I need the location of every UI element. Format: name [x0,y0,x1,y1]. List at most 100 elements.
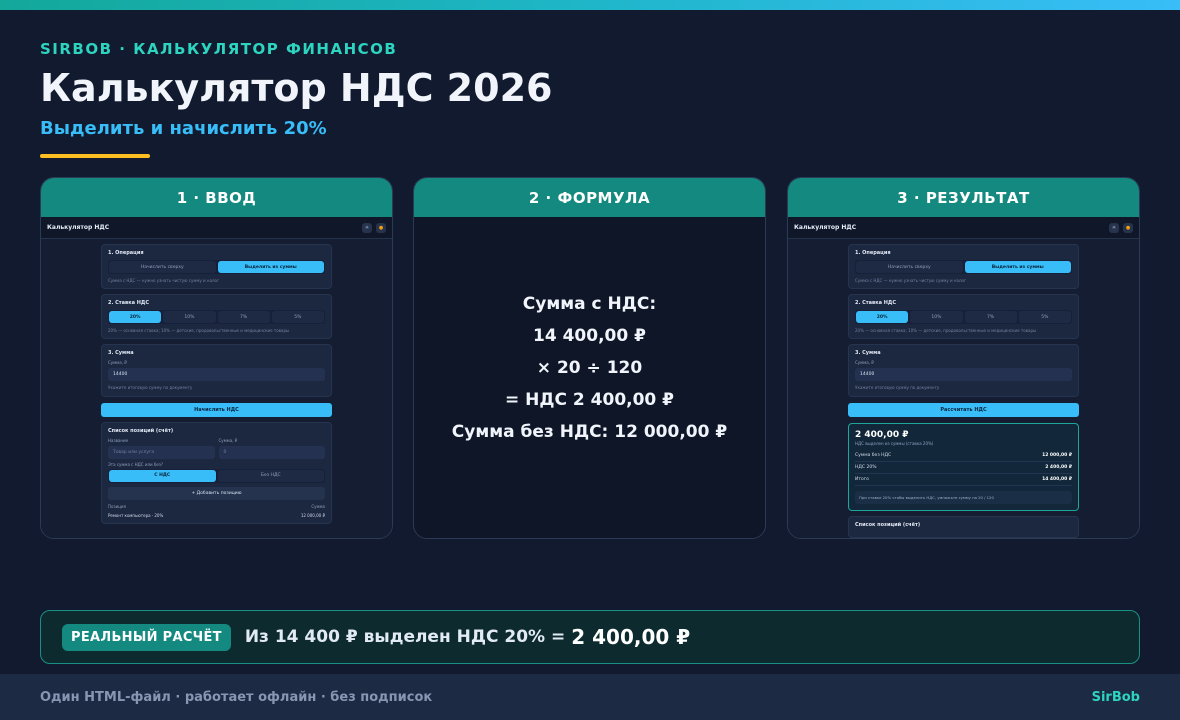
operation-note: Сумма с НДС — нужно узнать чистую сумму … [855,278,967,283]
rate-10-button[interactable]: 10% [910,311,963,324]
op-add-button[interactable]: Начислить сверху [109,261,216,273]
sum-heading: 3. Сумма [108,350,134,357]
rate-toggle: 20% 10% 7% 5% [855,310,1072,325]
rate-7-button[interactable]: 7% [964,311,1017,324]
item-name: Ремонт компьютера · 20% [108,512,164,518]
item-incl-toggle: С НДС Без НДС [108,468,325,483]
rate-7-button[interactable]: 7% [217,311,270,324]
item-name-label: Название [108,437,129,443]
items-section: Список позиций (счёт) [848,515,1079,538]
rate-10-button[interactable]: 10% [163,311,216,324]
item-name-input[interactable]: Товар или услуга [108,445,215,459]
footer: Один HTML-файл · работает офлайн · без п… [0,674,1180,720]
page-subtitle: Выделить и начислить 20% [40,118,327,139]
operation-toggle: Начислить сверху Выделить из суммы [108,260,325,274]
step-card-input: 1 · ВВОД Калькулятор НДС ☀ ● 1. Операция… [40,177,393,539]
eyebrow: SIRBOB · КАЛЬКУЛЯТОР ФИНАНСОВ [40,40,398,58]
result-screenshot: Калькулятор НДС ☀ ● 1. Операция Начислит… [788,217,1139,538]
items-table-header: Позиция Сумма [108,504,325,509]
sun-icon[interactable]: ☀ [1109,222,1119,233]
sum-section: 3. Сумма Сумма, ₽ 14400 Укажите итоговую… [101,344,332,397]
sum-input[interactable]: 14400 [108,368,325,382]
op-extract-button[interactable]: Выделить из суммы [217,261,324,273]
sum-note: Укажите итоговую сумму по документу [108,385,193,391]
result-tip: При ставке 20% чтобы выделить НДС, умнож… [855,490,1072,504]
footer-brand: SirBob [1091,689,1140,705]
real-calc-banner: РЕАЛЬНЫЙ РАСЧЁТ Из 14 400 ₽ выделен НДС … [40,610,1140,664]
result-panel: 2 400,00 ₽ НДС выделен из суммы (ставка … [848,422,1079,511]
item-amount-input[interactable]: 0 [218,445,325,459]
items-section: Список позиций (счёт) Название Товар или… [101,421,332,524]
rate-5-button[interactable]: 5% [271,311,324,324]
footer-text: Один HTML-файл · работает офлайн · без п… [40,689,433,705]
sum-input[interactable]: 14400 [855,368,1072,382]
result-vat-amount: 2 400,00 ₽ [855,429,909,440]
formula-body: Сумма с НДС: 14 400,00 ₽ × 20 ÷ 120 = НД… [414,217,765,538]
sun-icon[interactable]: ☀ [362,222,372,233]
result-subtitle: НДС выделен из суммы (ставка 20%) [855,440,934,446]
calculate-button[interactable]: Начислить НДС [101,402,332,417]
op-extract-button[interactable]: Выделить из суммы [964,261,1071,273]
formula-line: = НДС 2 400,00 ₽ [504,390,675,410]
palette-icon[interactable]: ● [376,222,386,233]
sum-label: Сумма, ₽ [108,360,127,366]
rate-heading: 2. Ставка НДС [855,300,897,307]
rate-5-button[interactable]: 5% [1018,311,1071,324]
add-item-button[interactable]: + Добавить позицию [108,486,325,500]
rate-heading: 2. Ставка НДС [108,300,150,307]
item-without-vat-button[interactable]: Без НДС [217,469,324,482]
item-value: 12 000,00 ₽ [300,512,325,518]
rate-20-button[interactable]: 20% [856,311,909,324]
banner-text: Из 14 400 ₽ выделен НДС 20% = [244,627,566,647]
items-heading: Список позиций (счёт) [855,521,921,528]
calculate-button[interactable]: Рассчитать НДС [848,402,1079,417]
operation-section: 1. Операция Начислить сверху Выделить из… [101,244,332,290]
result-line-label: Сумма без НДС [855,452,892,458]
rate-note: 20% — основная ставка; 10% — детские, пр… [855,328,1037,334]
sum-label: Сумма, ₽ [855,360,874,366]
step-card-result: 3 · РЕЗУЛЬТАТ Калькулятор НДС ☀ ● 1. Опе… [787,177,1140,539]
rate-toggle: 20% 10% 7% 5% [108,310,325,325]
formula-block: Сумма с НДС: 14 400,00 ₽ × 20 ÷ 120 = НД… [414,217,765,538]
sum-note: Укажите итоговую сумму по документу [855,385,940,391]
operation-heading: 1. Операция [855,250,891,256]
operation-heading: 1. Операция [108,250,144,256]
formula-line: × 20 ÷ 120 [536,358,643,378]
result-line-value: 14 400,00 ₽ [1042,476,1072,482]
mini-app-header: Калькулятор НДС ☀ ● [41,217,392,239]
result-line-value: 2 400,00 ₽ [1045,464,1072,470]
formula-line: 14 400,00 ₽ [533,326,646,346]
formula-line: Сумма с НДС: [522,294,657,314]
mini-app: Калькулятор НДС ☀ ● 1. Операция Начислит… [788,217,1139,538]
col-item: Позиция [108,503,126,509]
step-card-header: 1 · ВВОД [41,178,392,217]
result-line: Сумма без НДС 12 000,00 ₽ [855,450,1072,462]
result-line-label: Итого [855,476,869,482]
mini-app-title: Калькулятор НДС [794,224,857,231]
operation-section: 1. Операция Начислить сверху Выделить из… [848,244,1079,290]
real-calc-badge: РЕАЛЬНЫЙ РАСЧЁТ [62,623,231,651]
rate-20-button[interactable]: 20% [109,311,162,324]
banner-value: 2 400,00 ₽ [571,625,691,649]
result-line-label: НДС 20% [855,464,877,470]
rate-section: 2. Ставка НДС 20% 10% 7% 5% 20% — основн… [848,294,1079,340]
operation-toggle: Начислить сверху Выделить из суммы [855,260,1072,274]
operation-note: Сумма с НДС — нужно узнать чистую сумму … [108,278,220,283]
result-line: Итого 14 400,00 ₽ [855,474,1072,486]
item-incl-label: Эта сумма с НДС или без? [108,461,164,467]
result-line: НДС 20% 2 400,00 ₽ [855,462,1072,474]
item-with-vat-button[interactable]: С НДС [109,469,216,482]
top-gradient-bar [0,0,1180,10]
mini-app-header: Калькулятор НДС ☀ ● [788,217,1139,239]
step-card-header: 2 · ФОРМУЛА [414,178,765,217]
palette-icon[interactable]: ● [1123,222,1133,233]
items-heading: Список позиций (счёт) [108,427,174,434]
rate-note: 20% — основная ставка; 10% — детские, пр… [108,328,290,334]
accent-divider [40,154,150,158]
input-screenshot: Калькулятор НДС ☀ ● 1. Операция Начислит… [41,217,392,538]
step-card-header: 3 · РЕЗУЛЬТАТ [788,178,1139,217]
result-line-value: 12 000,00 ₽ [1042,452,1072,458]
op-add-button[interactable]: Начислить сверху [856,261,963,273]
table-row: Ремонт компьютера · 20% 12 000,00 ₽ [108,513,325,518]
col-sum: Сумма [311,503,325,509]
